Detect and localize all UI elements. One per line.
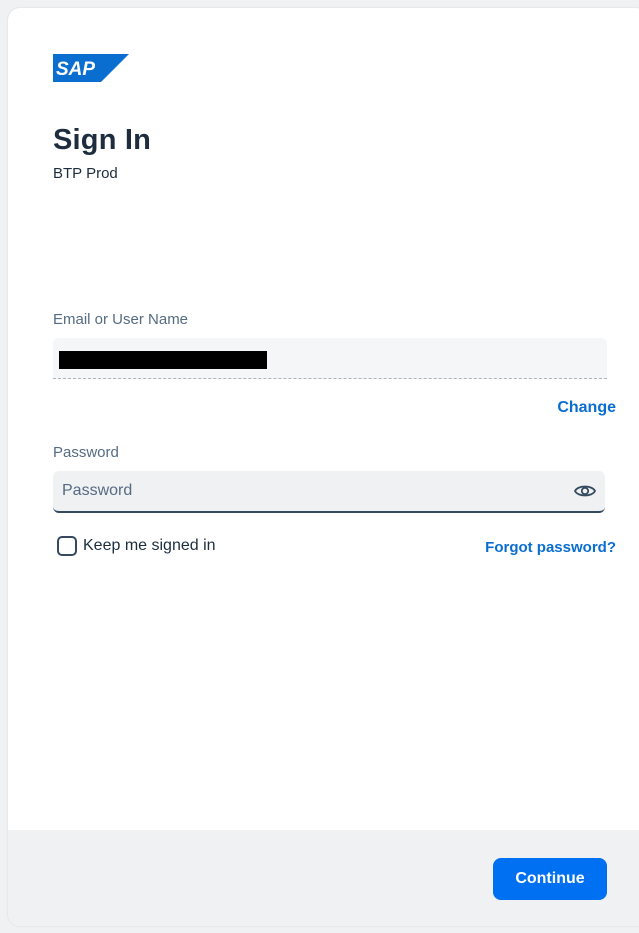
forgot-password-link[interactable]: Forgot password? (485, 539, 616, 556)
keep-signed-in-checkbox[interactable] (57, 536, 77, 556)
sign-in-card: SAP Sign In BTP Prod Email or User Name … (8, 8, 639, 926)
eye-icon[interactable] (573, 480, 597, 502)
keep-signed-in[interactable]: Keep me signed in (57, 536, 216, 556)
password-label: Password (53, 444, 119, 461)
redacted-email-value (59, 351, 267, 369)
page-subtitle: BTP Prod (53, 165, 118, 182)
change-user-link[interactable]: Change (557, 399, 616, 417)
email-field[interactable] (53, 338, 607, 379)
keep-signed-in-label: Keep me signed in (83, 537, 216, 554)
password-field-container (53, 471, 605, 513)
footer-bar: Continue (8, 830, 639, 926)
sap-logo: SAP (53, 54, 129, 82)
password-input[interactable] (53, 471, 563, 511)
email-label: Email or User Name (53, 311, 189, 328)
svg-text:SAP: SAP (56, 59, 95, 80)
continue-button[interactable]: Continue (493, 858, 607, 900)
page-title: Sign In (53, 124, 152, 156)
